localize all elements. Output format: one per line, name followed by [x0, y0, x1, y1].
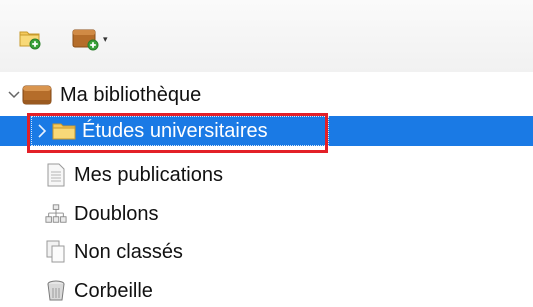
- library-icon: [22, 84, 52, 106]
- tree-item-label: Mes publications: [74, 163, 223, 186]
- tree-item-label: Études universitaires: [82, 119, 268, 142]
- tree-item-label: Ma bibliothèque: [60, 83, 202, 106]
- document-icon: [45, 163, 67, 187]
- tree-item-mes-publications[interactable]: Mes publications: [45, 160, 223, 190]
- new-library-icon: [72, 29, 99, 51]
- tree-item-label: Corbeille: [74, 279, 153, 302]
- chevron-down-icon[interactable]: [7, 90, 21, 100]
- folder-icon: [52, 121, 76, 141]
- trash-icon: [45, 279, 67, 303]
- tree-item-library[interactable]: Ma bibliothèque: [7, 80, 201, 110]
- new-collection-button[interactable]: [18, 26, 44, 52]
- new-library-button[interactable]: ▾: [70, 26, 132, 52]
- tree-item-doublons[interactable]: Doublons: [45, 199, 159, 229]
- duplicates-icon: [45, 203, 67, 225]
- tree-item-label: Non classés: [74, 240, 183, 263]
- tree-item-etudes-universitaires[interactable]: Études universitaires: [0, 116, 533, 146]
- tree-item-non-classes[interactable]: Non classés: [45, 237, 183, 267]
- toolbar: ▾: [0, 0, 533, 72]
- tree-item-label: Doublons: [74, 202, 159, 225]
- chevron-right-icon[interactable]: [35, 124, 49, 138]
- tree-item-corbeille[interactable]: Corbeille: [45, 276, 153, 306]
- unfiled-icon: [45, 240, 67, 264]
- new-collection-icon: [19, 31, 41, 50]
- dropdown-arrow-icon[interactable]: ▾: [103, 34, 108, 45]
